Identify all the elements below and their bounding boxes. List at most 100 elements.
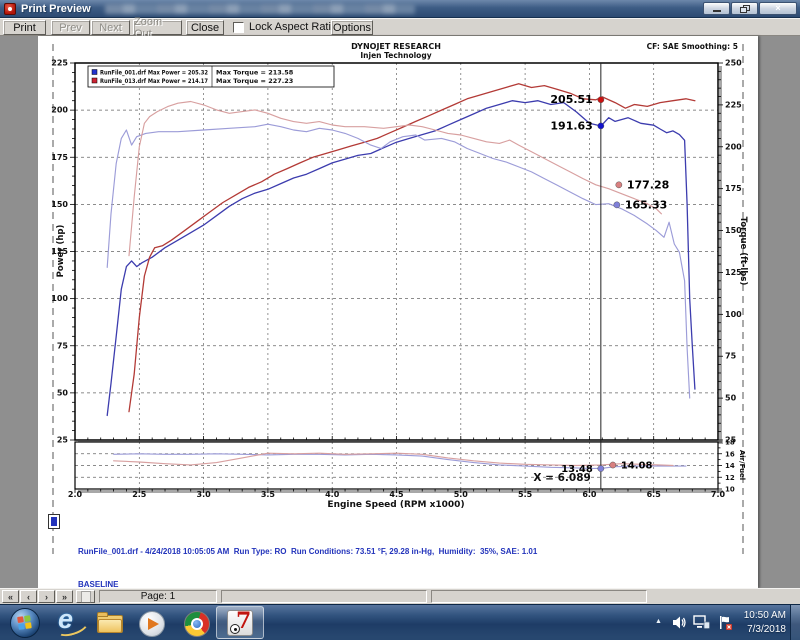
legend-swatch	[92, 70, 97, 75]
dyno-chart: DYNOJET RESEARCHInjen Technology CF: SAE …	[38, 36, 758, 588]
legend-label: RunFile_013.drf Max Power = 214.17	[100, 77, 208, 85]
power-tick-label: 100	[51, 294, 68, 303]
rpm-tick-label: 5.5	[518, 490, 533, 499]
cursor-readout-dot	[610, 462, 616, 468]
last-page-button[interactable]: »	[56, 590, 73, 603]
minimize-button[interactable]	[703, 2, 730, 15]
cursor-readout-value: 165.33	[625, 198, 667, 211]
clock-date: 7/3/2018	[726, 623, 786, 637]
correction-note: CF: SAE Smoothing: 5	[647, 42, 738, 51]
torque-tick-label: 100	[725, 310, 742, 319]
window-title: Print Preview	[21, 3, 91, 15]
next-page-button[interactable]: ›	[38, 590, 55, 603]
page-setup-button[interactable]	[76, 590, 95, 603]
show-desktop-button[interactable]	[790, 605, 800, 640]
cursor-readout-value: 205.51	[550, 93, 592, 106]
network-icon[interactable]	[693, 615, 710, 630]
print-button[interactable]: Print	[3, 20, 46, 35]
first-page-button[interactable]: «	[2, 590, 19, 603]
start-button[interactable]	[10, 608, 40, 638]
cursor-readout-dot	[614, 202, 620, 208]
run-001-conditions: RunFile_001.drf - 4/24/2018 10:05:05 AM …	[78, 546, 748, 557]
next-button[interactable]: Next	[91, 20, 130, 35]
media-player-icon[interactable]	[138, 610, 166, 638]
status-panel-2	[221, 590, 427, 603]
volume-icon[interactable]	[672, 615, 687, 630]
legend-torque-label: Max Torque = 227.23	[216, 77, 293, 85]
minimize-icon	[713, 10, 721, 12]
power-tick-label: 50	[57, 388, 69, 397]
cursor-readout-value: 191.63	[550, 119, 592, 132]
chart-title: DYNOJET RESEARCH	[351, 42, 441, 51]
dynojet-app-icon: 7	[227, 610, 253, 636]
cursor-readout-dot	[598, 97, 604, 103]
window-titlebar[interactable]: Print Preview ×	[0, 0, 800, 18]
rpm-tick-label: 5.0	[454, 490, 469, 499]
clock-time: 10:50 AM	[726, 609, 786, 623]
torque-axis-title: Torque (ft-lbs)	[738, 217, 748, 286]
prev-button[interactable]: Prev	[51, 20, 90, 35]
torque-tick-label: 50	[725, 394, 737, 403]
zoom-out-button[interactable]: Zoom Out	[133, 20, 182, 35]
close-preview-button[interactable]: Close	[186, 20, 224, 35]
chart-subtitle: Injen Technology	[360, 51, 431, 60]
rpm-tick-label: 3.0	[197, 490, 212, 499]
af-tick-label: 16	[725, 450, 735, 458]
chrome-icon[interactable]	[183, 610, 211, 638]
torque-tick-label: 75	[725, 352, 737, 361]
redacted-title-text	[105, 4, 415, 14]
rpm-tick-label: 2.5	[132, 490, 147, 499]
page-number-panel: Page: 1	[99, 590, 217, 603]
lock-aspect-checkbox[interactable]	[233, 22, 244, 33]
taskbar: e 7 ▲	[0, 604, 800, 640]
tray-expand-icon[interactable]: ▲	[655, 618, 662, 625]
rpm-tick-label: 7.0	[711, 490, 726, 499]
windows-flag-icon	[17, 615, 33, 631]
options-button[interactable]: Options	[331, 20, 373, 35]
status-panel-3	[431, 590, 647, 603]
power-tick-label: 175	[51, 153, 68, 162]
dynojet-app-taskbar-button[interactable]: 7	[216, 606, 264, 639]
power-tick-label: 75	[57, 341, 69, 350]
af-axis-title: Air/Fuel	[738, 450, 746, 480]
cursor-readout-dot	[598, 123, 604, 129]
clock[interactable]: 10:50 AM 7/3/2018	[726, 609, 786, 637]
app-icon	[4, 3, 16, 15]
report-page: DYNOJET RESEARCHInjen Technology CF: SAE …	[38, 36, 758, 588]
legend-label: RunFile_001.drf Max Power = 205.32	[100, 69, 208, 77]
torque-tick-label: 225	[725, 100, 742, 109]
file-explorer-icon[interactable]	[96, 610, 124, 638]
cursor-readout-dot	[598, 465, 604, 471]
screen: Print Preview × Print Prev Next Zoom Out…	[0, 0, 800, 640]
close-icon: ×	[775, 4, 780, 13]
af-tick-label: 14	[725, 462, 735, 470]
prev-page-button[interactable]: ‹	[20, 590, 37, 603]
cursor-readout-value: 13.48	[561, 464, 593, 475]
af-tick-label: 18	[725, 439, 735, 447]
power-tick-label: 25	[57, 436, 69, 445]
rpm-tick-label: 6.5	[647, 490, 662, 499]
restore-button[interactable]	[731, 2, 758, 15]
torque-tick-label: 250	[725, 59, 742, 68]
rpm-tick-label: 3.5	[261, 490, 276, 499]
af-tick-label: 10	[725, 486, 735, 494]
cursor-readout-value: 14.08	[621, 461, 653, 472]
x-axis-title: Engine Speed (RPM x1000)	[327, 500, 464, 510]
cursor-readout-value: 177.28	[627, 178, 669, 191]
internet-explorer-icon[interactable]: e	[56, 610, 84, 638]
power-tick-label: 150	[51, 200, 68, 209]
legend-torque-label: Max Torque = 213.58	[216, 69, 294, 77]
rpm-tick-label: 6.0	[582, 490, 597, 499]
lock-aspect-label: Lock Aspect Ratio	[249, 21, 337, 33]
page-icon	[81, 591, 91, 603]
close-window-button[interactable]: ×	[759, 2, 797, 15]
af-tick-label: 12	[725, 474, 735, 482]
cursor-readout-dot	[616, 182, 622, 188]
print-preview-toolbar: Print Prev Next Zoom Out Close Lock Aspe…	[0, 18, 800, 36]
status-bar: « ‹ › » Page: 1	[0, 588, 800, 604]
rpm-tick-label: 4.5	[389, 490, 404, 499]
power-axis-title: Power (hp)	[56, 225, 66, 278]
rpm-tick-label: 4.0	[325, 490, 340, 499]
power-tick-label: 225	[51, 59, 68, 68]
restore-icon	[740, 5, 749, 13]
